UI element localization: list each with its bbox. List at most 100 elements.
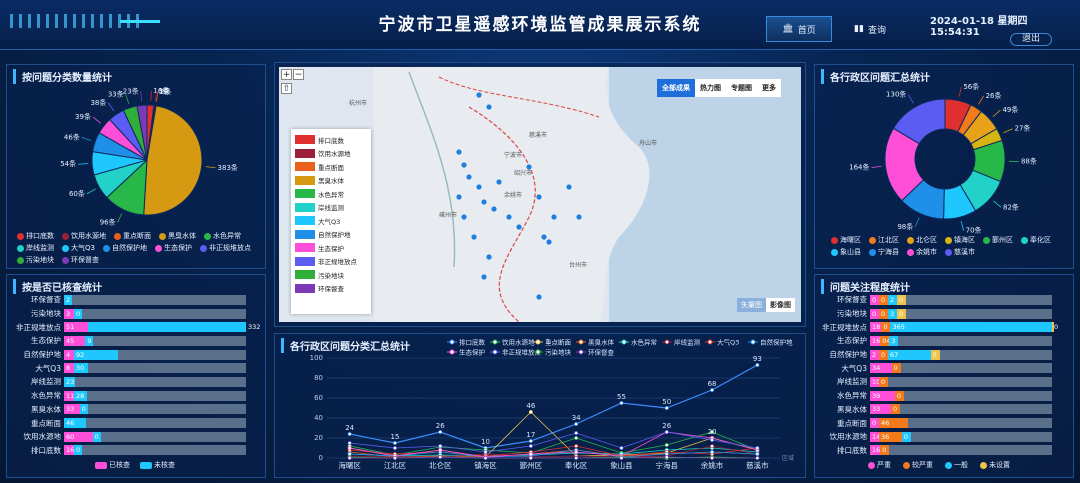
district-legend-item[interactable]: 余姚市 [907, 247, 937, 257]
category-legend-item[interactable]: 岸线监测 [17, 243, 54, 253]
map-marker[interactable] [536, 294, 542, 300]
verify-row[interactable]: 污染地块 3 0 [12, 307, 262, 321]
map-marker[interactable] [526, 164, 532, 170]
map-tab[interactable]: 更多 [757, 79, 781, 97]
map-legend-item[interactable]: 饮用水源地 [295, 147, 367, 161]
district-legend-item[interactable]: 海曙区 [831, 235, 861, 245]
map-view[interactable]: 杭州市 宁波市 舟山市 嵊州市 绍兴市 台州市 慈溪市 余姚市 + − ⇧ 排口底数 饮用水源地… [279, 67, 801, 322]
data-point[interactable] [438, 455, 443, 459]
logout-button[interactable]: 退出 [1010, 33, 1052, 46]
verify-row[interactable]: 饮用水源地 60 0 [12, 430, 262, 444]
data-point[interactable] [347, 456, 352, 460]
attention-row[interactable]: 黑臭水体 33 0 [818, 403, 1068, 417]
map-tab[interactable]: 全部成果 [657, 79, 695, 97]
map-legend-item[interactable]: 黑臭水体 [295, 174, 367, 188]
verify-row[interactable]: 排口底数 16 0 [12, 444, 262, 458]
attention-legend-item[interactable]: 较严重 [903, 460, 933, 470]
map-marker[interactable] [536, 194, 542, 200]
map-legend-item[interactable]: 重点断面 [295, 160, 367, 174]
map-marker[interactable] [476, 184, 482, 190]
data-point[interactable] [393, 446, 397, 450]
map-marker[interactable] [491, 206, 497, 212]
data-point[interactable] [528, 452, 533, 456]
data-point[interactable] [483, 450, 488, 454]
map-legend-item[interactable]: 生态保护 [295, 241, 367, 255]
map-marker[interactable] [456, 194, 462, 200]
map-legend-item[interactable]: 环保督查 [295, 282, 367, 296]
data-point[interactable] [528, 410, 533, 414]
series-legend-label[interactable]: 大气Q3 [717, 338, 739, 347]
data-point[interactable] [619, 456, 624, 460]
data-point[interactable] [393, 441, 397, 445]
data-point[interactable] [710, 450, 714, 454]
basemap-vector-button[interactable]: 矢量图 [737, 298, 766, 312]
district-legend-item[interactable]: 慈溪市 [945, 247, 975, 257]
verify-row[interactable]: 自然保护地 4 92 [12, 348, 262, 362]
attention-row[interactable]: 饮用水源地 14 36 0 [818, 430, 1068, 444]
data-point[interactable] [574, 450, 579, 454]
data-point[interactable] [710, 388, 714, 392]
series-legend-label[interactable]: 污染地块 [545, 348, 572, 357]
map-tab[interactable]: 热力图 [695, 79, 726, 97]
data-point[interactable] [755, 363, 760, 367]
district-legend-item[interactable]: 江北区 [869, 235, 899, 245]
map-tab[interactable]: 专题图 [726, 79, 757, 97]
map-legend-item[interactable]: 污染地块 [295, 268, 367, 282]
attention-row[interactable]: 自然保护地 2 0 67 0 [818, 348, 1068, 362]
category-legend-item[interactable]: 非正规堆放点 [199, 243, 251, 253]
data-point[interactable] [664, 455, 669, 459]
attention-row[interactable]: 排口底数 16 0 [818, 444, 1068, 458]
data-point[interactable] [710, 444, 714, 448]
verify-row[interactable]: 环保督查02 [12, 293, 262, 307]
nav-query-button[interactable]: ▮▮ 查询 [848, 16, 892, 42]
district-legend-item[interactable]: 鄞州区 [983, 235, 1013, 245]
map-legend-item[interactable]: 岸线监测 [295, 201, 367, 215]
category-legend-item[interactable]: 自然保护地 [102, 243, 147, 253]
map-legend-item[interactable]: 非正规堆放点 [295, 255, 367, 269]
map-marker[interactable] [551, 214, 557, 220]
series-legend-label[interactable]: 黑臭水体 [588, 338, 615, 347]
data-point[interactable] [664, 430, 669, 434]
map-legend-item[interactable]: 水色异常 [295, 187, 367, 201]
map-legend-item[interactable]: 排口底数 [295, 133, 367, 147]
series-legend-label[interactable]: 环保督查 [588, 348, 615, 357]
map-marker[interactable] [461, 214, 467, 220]
data-point[interactable] [347, 441, 352, 445]
data-point[interactable] [574, 436, 579, 440]
category-legend-item[interactable]: 重点断面 [114, 231, 151, 241]
data-point[interactable] [664, 443, 669, 447]
map-marker[interactable] [466, 174, 472, 180]
map-marker[interactable] [496, 179, 502, 185]
map-marker[interactable] [516, 224, 522, 230]
map-marker[interactable] [566, 184, 572, 190]
verify-row[interactable]: 岸线监测023 [12, 375, 262, 389]
verify-row[interactable]: 生态保护 45 9 [12, 334, 262, 348]
attention-row[interactable]: 生态保护 16 04 3 [818, 334, 1068, 348]
data-point[interactable] [755, 456, 760, 460]
category-legend-item[interactable]: 饮用水源地 [62, 231, 106, 241]
map-marker[interactable] [546, 239, 552, 245]
map-marker[interactable] [481, 274, 487, 280]
attention-row[interactable]: 岸线监测 10 0 [818, 375, 1068, 389]
data-point[interactable] [347, 432, 352, 436]
series-legend-label[interactable]: 饮用水源地 [502, 338, 535, 347]
attention-legend-item[interactable]: 未设置 [980, 460, 1010, 470]
data-point[interactable] [755, 452, 760, 456]
data-point[interactable] [438, 448, 443, 452]
data-point[interactable] [483, 456, 488, 460]
data-point[interactable] [619, 401, 624, 405]
map-marker[interactable] [486, 104, 492, 110]
nav-home-button[interactable]: 🏛 首页 [766, 16, 832, 42]
series-legend-label[interactable]: 生态保护 [459, 348, 485, 357]
verify-row[interactable]: 水色异常 11 28 [12, 389, 262, 403]
attention-row[interactable]: 重点断面 0 46 [818, 416, 1068, 430]
verify-row[interactable]: 非正规堆放点 51 332 [12, 320, 262, 334]
attention-row[interactable]: 环保督查 0 0 2 0 [818, 293, 1068, 307]
data-point[interactable] [393, 456, 397, 460]
map-marker[interactable] [576, 214, 582, 220]
data-point[interactable] [574, 422, 579, 426]
category-legend-item[interactable]: 大气Q3 [62, 243, 95, 253]
series-legend-label[interactable]: 水色异常 [631, 338, 657, 347]
series-legend-label[interactable]: 重点断面 [545, 338, 572, 347]
zoom-out-button[interactable]: − [293, 69, 304, 80]
